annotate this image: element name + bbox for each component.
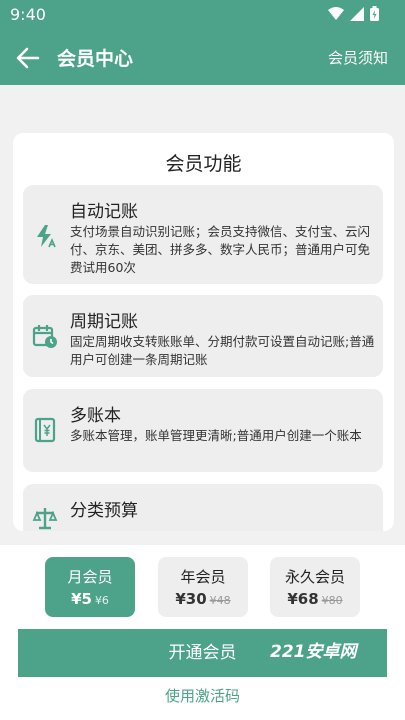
battery-icon (370, 6, 379, 21)
page-title: 会员中心 (57, 48, 134, 70)
plan-name: 永久会员 (284, 568, 345, 586)
feature-auto-bookkeeping: 自动记账 支付场景自动识别记账；会员支持微信、支付宝、云闪付、京东、美团、拼多多… (23, 185, 383, 284)
status-bar: 9:40 (0, 0, 405, 30)
plan-price: ¥68 ¥80 (270, 590, 360, 608)
plan-price-current: ¥68 (287, 590, 319, 608)
plan-lifetime[interactable]: 永久会员 ¥68 ¥80 (270, 557, 360, 617)
ledger-icon (34, 417, 56, 443)
plan-price-current: ¥5 (71, 590, 92, 608)
status-time: 9:40 (10, 5, 46, 24)
wifi-icon (328, 6, 344, 20)
feature-periodic-bookkeeping: 周期记账 固定周期收支转账账单、分期付款可设置自动记账;普通用户可创建一条周期记… (23, 295, 383, 377)
status-icons (328, 6, 379, 21)
app-bar: 会员中心 会员须知 (0, 30, 405, 85)
watermark: 221安卓网 (270, 642, 357, 662)
feature-desc: 多账本管理，账单管理更清晰;普通用户创建一个账本 (70, 428, 362, 443)
plan-price-original: ¥48 (209, 594, 231, 607)
plan-name: 月会员 (67, 568, 113, 586)
balance-scale-icon (32, 508, 58, 530)
plan-yearly[interactable]: 年会员 ¥30 ¥48 (158, 557, 248, 617)
feature-title: 自动记账 (70, 202, 138, 222)
feature-title: 分类预算 (70, 501, 138, 521)
plan-price-original: ¥80 (321, 594, 343, 607)
feature-desc: 支付场景自动识别记账；会员支持微信、支付宝、云闪付、京东、美团、拼多多、数字人民… (70, 224, 371, 275)
feature-title: 多账本 (70, 406, 121, 426)
feature-desc: 固定周期收支转账账单、分期付款可设置自动记账;普通用户可创建一条周期记账 (70, 334, 375, 367)
plan-name: 年会员 (180, 568, 226, 586)
plan-price: ¥30 ¥48 (158, 590, 248, 608)
features-title: 会员功能 (165, 153, 242, 175)
signal-icon (350, 6, 364, 21)
feature-title: 周期记账 (70, 312, 138, 332)
feature-category-budget: 分类预算 (23, 484, 383, 531)
use-activation-code-link[interactable]: 使用激活码 (0, 685, 405, 706)
plans-panel: 月会员 ¥5 ¥6 年会员 ¥30 ¥48 永久会员 ¥68 ¥80 开通会员 221… (0, 545, 405, 720)
calendar-clock-icon (32, 325, 57, 348)
plan-price: ¥5 ¥6 (45, 590, 135, 608)
member-notice-link[interactable]: 会员须知 (328, 47, 388, 68)
plan-price-current: ¥30 (175, 590, 207, 608)
lightning-icon (37, 225, 56, 248)
features-card: 会员功能 自动记账 支付场景自动识别记账；会员支持微信、支付宝、云闪付、京东、美… (13, 133, 394, 531)
plan-price-original: ¥6 (94, 594, 109, 607)
plan-monthly[interactable]: 月会员 ¥5 ¥6 (45, 557, 135, 617)
feature-multi-ledger: 多账本 多账本管理，账单管理更清晰;普通用户创建一个账本 (23, 389, 383, 472)
back-arrow-icon[interactable] (14, 44, 42, 72)
